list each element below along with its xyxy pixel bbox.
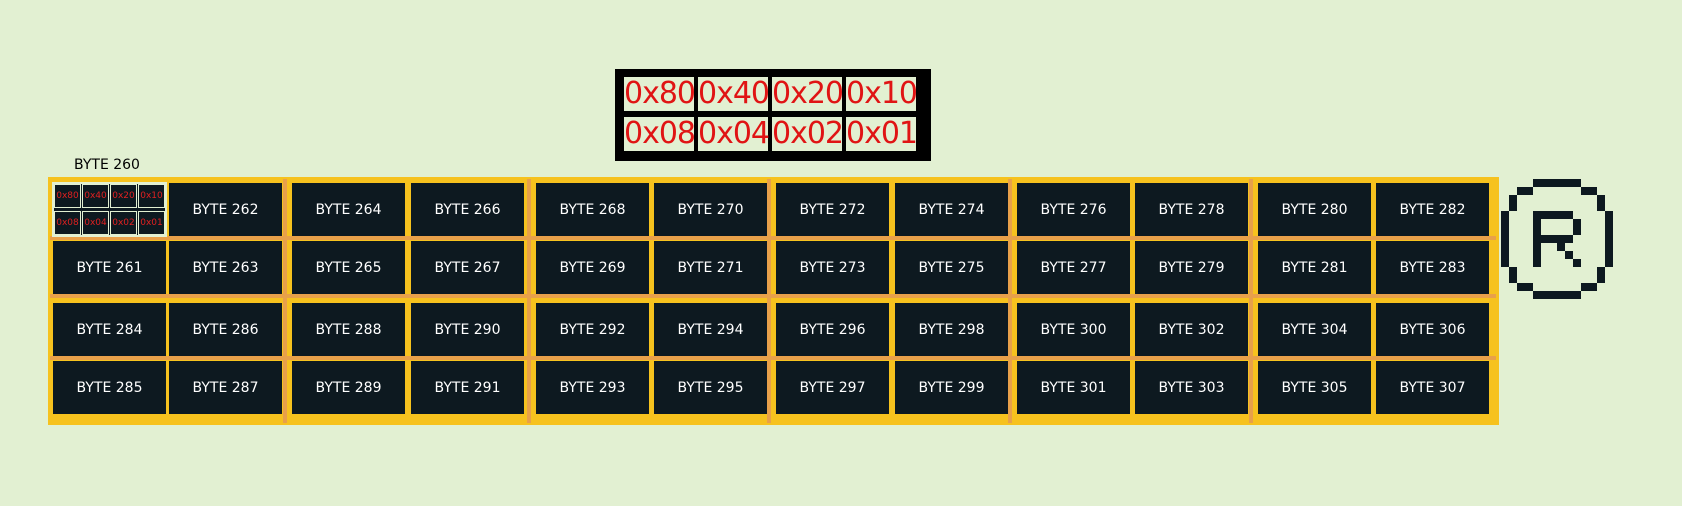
bit-legend: 0x80 0x40 0x20 0x10 0x08 0x04 0x02 0x01 [615, 69, 931, 161]
byte-260-bit: 0x02 [110, 211, 137, 235]
byte-grid: 0x80 0x40 0x20 0x10 0x08 0x04 0x02 0x01 BYTE 262… [48, 177, 1499, 425]
byte-cell: BYTE 301 [1017, 361, 1130, 414]
legend-bit-0x02: 0x02 [772, 116, 844, 151]
byte-cell: BYTE 278 [1135, 183, 1248, 236]
group-divider [767, 179, 771, 423]
byte-cell: BYTE 275 [895, 241, 1008, 294]
byte-260-bit: 0x01 [138, 211, 165, 235]
byte-cell: BYTE 265 [292, 241, 405, 294]
legend-bit-0x80: 0x80 [624, 76, 696, 111]
byte-cell: BYTE 273 [776, 241, 889, 294]
byte-cell: BYTE 285 [53, 361, 166, 414]
byte-cell: BYTE 268 [536, 183, 649, 236]
byte-cell: BYTE 269 [536, 241, 649, 294]
byte-cell-260: 0x80 0x40 0x20 0x10 0x08 0x04 0x02 0x01 [52, 182, 167, 237]
byte-cell: BYTE 290 [411, 303, 524, 356]
byte-cell: BYTE 287 [169, 361, 282, 414]
byte-cell: BYTE 304 [1258, 303, 1371, 356]
byte-cell: BYTE 271 [654, 241, 767, 294]
byte-cell: BYTE 291 [411, 361, 524, 414]
byte-cell: BYTE 263 [169, 241, 282, 294]
byte-cell: BYTE 302 [1135, 303, 1248, 356]
byte-260-bit: 0x80 [54, 184, 81, 208]
byte-cell: BYTE 279 [1135, 241, 1248, 294]
byte-cell: BYTE 300 [1017, 303, 1130, 356]
legend-bit-0x20: 0x20 [772, 76, 844, 111]
byte-cell: BYTE 289 [292, 361, 405, 414]
legend-bit-0x01: 0x01 [846, 116, 918, 151]
byte-cell: BYTE 264 [292, 183, 405, 236]
byte-cell: BYTE 283 [1376, 241, 1489, 294]
byte-cell: BYTE 299 [895, 361, 1008, 414]
legend-bit-0x08: 0x08 [624, 116, 696, 151]
byte-260-bit: 0x04 [82, 211, 109, 235]
row-divider [50, 294, 1496, 298]
first-byte-label: BYTE 260 [74, 157, 140, 173]
byte-cell: BYTE 288 [292, 303, 405, 356]
byte-cell: BYTE 280 [1258, 183, 1371, 236]
byte-cell: BYTE 293 [536, 361, 649, 414]
group-divider [527, 179, 531, 423]
byte-cell: BYTE 274 [895, 183, 1008, 236]
byte-cell: BYTE 303 [1135, 361, 1248, 414]
byte-260-bit: 0x40 [82, 184, 109, 208]
byte-cell: BYTE 307 [1376, 361, 1489, 414]
byte-cell: BYTE 266 [411, 183, 524, 236]
byte-cell: BYTE 281 [1258, 241, 1371, 294]
row-divider [50, 236, 1496, 240]
byte-260-bit: 0x10 [138, 184, 165, 208]
byte-cell: BYTE 267 [411, 241, 524, 294]
byte-cell: BYTE 286 [169, 303, 282, 356]
byte-260-bit: 0x08 [54, 211, 81, 235]
row-divider [50, 356, 1496, 360]
byte-cell: BYTE 292 [536, 303, 649, 356]
byte-cell: BYTE 261 [53, 241, 166, 294]
byte-cell: BYTE 294 [654, 303, 767, 356]
byte-cell: BYTE 272 [776, 183, 889, 236]
group-divider [1249, 179, 1253, 423]
byte-cell: BYTE 295 [654, 361, 767, 414]
byte-cell: BYTE 296 [776, 303, 889, 356]
byte-260-bit: 0x20 [110, 184, 137, 208]
registered-r-icon [1501, 179, 1613, 299]
byte-cell: BYTE 282 [1376, 183, 1489, 236]
byte-cell: BYTE 262 [169, 183, 282, 236]
legend-bit-0x10: 0x10 [846, 76, 918, 111]
byte-cell: BYTE 270 [654, 183, 767, 236]
legend-bit-0x04: 0x04 [698, 116, 770, 151]
group-divider [283, 179, 287, 423]
byte-cell: BYTE 284 [53, 303, 166, 356]
byte-cell: BYTE 276 [1017, 183, 1130, 236]
byte-cell: BYTE 305 [1258, 361, 1371, 414]
group-divider [1008, 179, 1012, 423]
byte-cell: BYTE 297 [776, 361, 889, 414]
byte-cell: BYTE 298 [895, 303, 1008, 356]
byte-cell: BYTE 306 [1376, 303, 1489, 356]
byte-cell: BYTE 277 [1017, 241, 1130, 294]
legend-bit-0x40: 0x40 [698, 76, 770, 111]
